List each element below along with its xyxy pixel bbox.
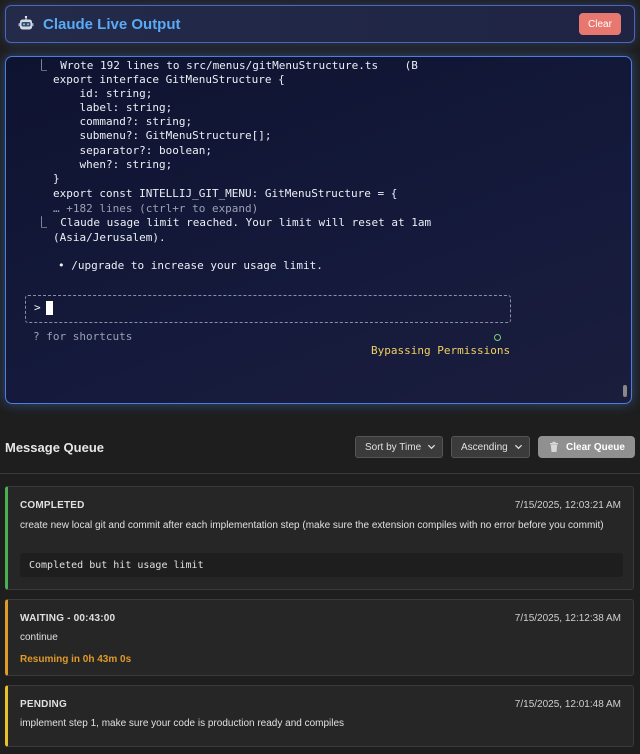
terminal-line: } xyxy=(53,172,60,185)
shortcuts-hint: ? for shortcuts xyxy=(33,330,133,343)
terminal-line: ⎿ Claude usage limit reached. Your limit… xyxy=(36,216,432,229)
chevron-down-icon xyxy=(427,444,436,450)
robot-icon xyxy=(18,15,34,32)
status-circle-icon xyxy=(494,334,501,341)
terminal-line: submenu?: GitMenuStructure[]; xyxy=(53,129,272,142)
terminal-line: separator?: boolean; xyxy=(53,144,212,157)
clear-queue-button[interactable]: Clear Queue xyxy=(538,436,635,458)
clear-queue-label: Clear Queue xyxy=(566,441,625,453)
terminal-line: export interface GitMenuStructure { xyxy=(53,73,285,86)
trash-icon xyxy=(550,441,559,452)
timestamp: 7/15/2025, 12:12:38 AM xyxy=(514,613,621,624)
terminal-line: when?: string; xyxy=(53,158,173,171)
terminal-output[interactable]: ⎿ Wrote 192 lines to src/menus/gitMenuSt… xyxy=(5,56,632,404)
message-queue-title: Message Queue xyxy=(5,440,104,455)
terminal-scrollbar[interactable] xyxy=(623,385,627,397)
sort-by-select[interactable]: Sort by Time xyxy=(355,436,443,458)
queue-item-waiting[interactable]: WAITING - 00:43:00 7/15/2025, 12:12:38 A… xyxy=(5,599,634,676)
terminal-prompt-input[interactable]: > xyxy=(25,295,511,323)
terminal-expand-hint: … +182 lines (ctrl+r to expand) xyxy=(53,202,259,215)
prompt-symbol: > xyxy=(34,301,41,314)
clear-output-button[interactable]: Clear xyxy=(579,13,621,35)
queue-message: create new local git and commit after ea… xyxy=(20,520,604,531)
terminal-line: ⎿ Wrote 192 lines to src/menus/gitMenuSt… xyxy=(36,59,418,72)
text-cursor xyxy=(46,301,53,315)
terminal-line: export const INTELLIJ_GIT_MENU: GitMenuS… xyxy=(53,187,398,200)
order-value: Ascending xyxy=(461,441,508,453)
resume-countdown: Resuming in 0h 43m 0s xyxy=(20,654,132,665)
output-header: Claude Live Output Clear xyxy=(5,5,635,43)
status-badge: WAITING - 00:43:00 xyxy=(20,613,116,624)
bypass-permissions-status: Bypassing Permissions xyxy=(371,344,511,357)
result-output: Completed but hit usage limit xyxy=(20,553,623,577)
status-badge: PENDING xyxy=(20,699,67,710)
terminal-line: id: string; xyxy=(53,87,153,100)
queue-message: continue xyxy=(20,632,58,643)
timestamp: 7/15/2025, 12:03:21 AM xyxy=(514,500,621,511)
terminal-line: command?: string; xyxy=(53,115,193,128)
terminal-line: • /upgrade to increase your usage limit. xyxy=(58,259,323,272)
queue-message: implement step 1, make sure your code is… xyxy=(20,718,345,729)
queue-item-pending[interactable]: PENDING 7/15/2025, 12:01:48 AM implement… xyxy=(5,685,634,747)
chevron-down-icon xyxy=(514,444,523,450)
queue-item-completed[interactable]: COMPLETED 7/15/2025, 12:03:21 AM create … xyxy=(5,486,634,590)
timestamp: 7/15/2025, 12:01:48 AM xyxy=(514,699,621,710)
divider xyxy=(0,473,640,474)
order-select[interactable]: Ascending xyxy=(451,436,530,458)
page-title: Claude Live Output xyxy=(43,16,181,33)
sort-by-value: Sort by Time xyxy=(365,441,422,453)
terminal-line: (Asia/Jerusalem). xyxy=(53,231,166,244)
terminal-line: label: string; xyxy=(53,101,173,114)
status-badge: COMPLETED xyxy=(20,500,85,511)
